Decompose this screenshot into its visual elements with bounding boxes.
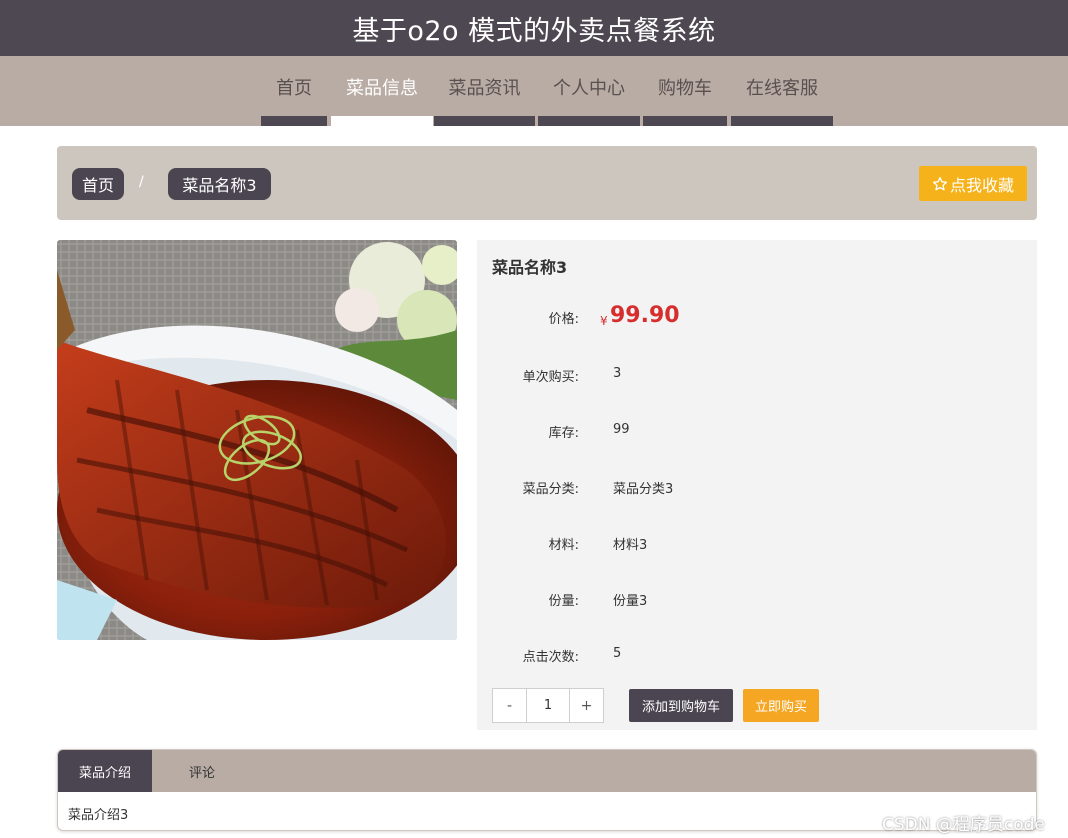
field-label: 库存:: [548, 426, 579, 441]
breadcrumb-current[interactable]: 菜品名称3: [168, 168, 271, 200]
nav-item-cart[interactable]: 购物车: [643, 56, 727, 118]
price-value: 99.90: [610, 303, 680, 328]
buy-now-button[interactable]: 立即购买: [743, 689, 819, 722]
field-row: 点击次数: 5: [477, 644, 1037, 666]
tab-content: 菜品介绍3: [68, 808, 129, 823]
dish-image: [57, 240, 457, 640]
add-to-cart-button[interactable]: 添加到购物车: [629, 689, 733, 722]
field-label: 点击次数:: [522, 650, 579, 665]
breadcrumb-separator: /: [139, 174, 144, 190]
nav-item-personal-center[interactable]: 个人中心: [538, 56, 640, 118]
field-row: 菜品分类: 菜品分类3: [477, 476, 1037, 498]
favorite-button[interactable]: 点我收藏: [919, 166, 1027, 201]
favorite-label: 点我收藏: [949, 175, 1014, 195]
dish-photo: [57, 240, 457, 640]
field-row: 份量: 份量3: [477, 588, 1037, 610]
breadcrumb-home[interactable]: 首页: [72, 168, 124, 200]
field-row: 单次购买: 3: [477, 364, 1037, 386]
nav-indicator: [538, 116, 640, 126]
field-value: 材料3: [613, 538, 648, 553]
nav-indicator: [731, 116, 833, 126]
field-row: 材料: 材料3: [477, 532, 1037, 554]
price-label: 价格:: [548, 312, 579, 327]
field-label: 单次购买:: [522, 370, 579, 385]
nav-item-dish-info[interactable]: 菜品信息: [331, 56, 433, 118]
quantity-input[interactable]: 1: [526, 689, 570, 722]
nav-indicator: [261, 116, 327, 126]
main-nav: 首页 菜品信息 菜品资讯 个人中心 购物车 在线客服: [0, 56, 1068, 126]
nav-item-online-service[interactable]: 在线客服: [731, 56, 833, 118]
field-label: 份量:: [548, 594, 579, 609]
field-label: 菜品分类:: [522, 482, 579, 497]
dish-name: 菜品名称3: [492, 258, 568, 277]
site-header: 基于o2o 模式的外卖点餐系统: [0, 0, 1068, 56]
nav-indicator-active: [331, 116, 433, 126]
field-value: 5: [613, 646, 622, 661]
dish-info-panel: 菜品名称3 价格: ¥ 99.90 单次购买: 3 库存: 99 菜品分类: 菜…: [477, 240, 1037, 730]
quantity-stepper: - 1 +: [492, 688, 604, 723]
field-label: 材料:: [548, 538, 579, 553]
field-value: 99: [613, 422, 630, 437]
star-outline-icon: [932, 176, 948, 190]
watermark: CSDN @程序员code: [882, 815, 1045, 835]
tab-comments[interactable]: 评论: [152, 750, 252, 792]
field-row: 库存: 99: [477, 420, 1037, 442]
currency-symbol: ¥: [600, 314, 608, 328]
tab-header: 菜品介绍 评论: [58, 750, 1036, 792]
price-row: 价格: ¥ 99.90: [477, 303, 1037, 328]
quantity-decrease-button[interactable]: -: [493, 689, 526, 722]
field-value: 菜品分类3: [613, 482, 674, 497]
nav-item-home[interactable]: 首页: [261, 56, 327, 118]
field-value: 份量3: [613, 594, 648, 609]
field-value: 3: [613, 366, 622, 381]
nav-indicator: [643, 116, 727, 126]
nav-indicator: [434, 116, 535, 126]
quantity-increase-button[interactable]: +: [570, 689, 603, 722]
tab-dish-intro[interactable]: 菜品介绍: [58, 750, 152, 792]
breadcrumb: 首页 / 菜品名称3 点我收藏: [57, 146, 1037, 220]
site-title: 基于o2o 模式的外卖点餐系统: [352, 15, 716, 47]
nav-item-dish-news[interactable]: 菜品资讯: [434, 56, 535, 118]
